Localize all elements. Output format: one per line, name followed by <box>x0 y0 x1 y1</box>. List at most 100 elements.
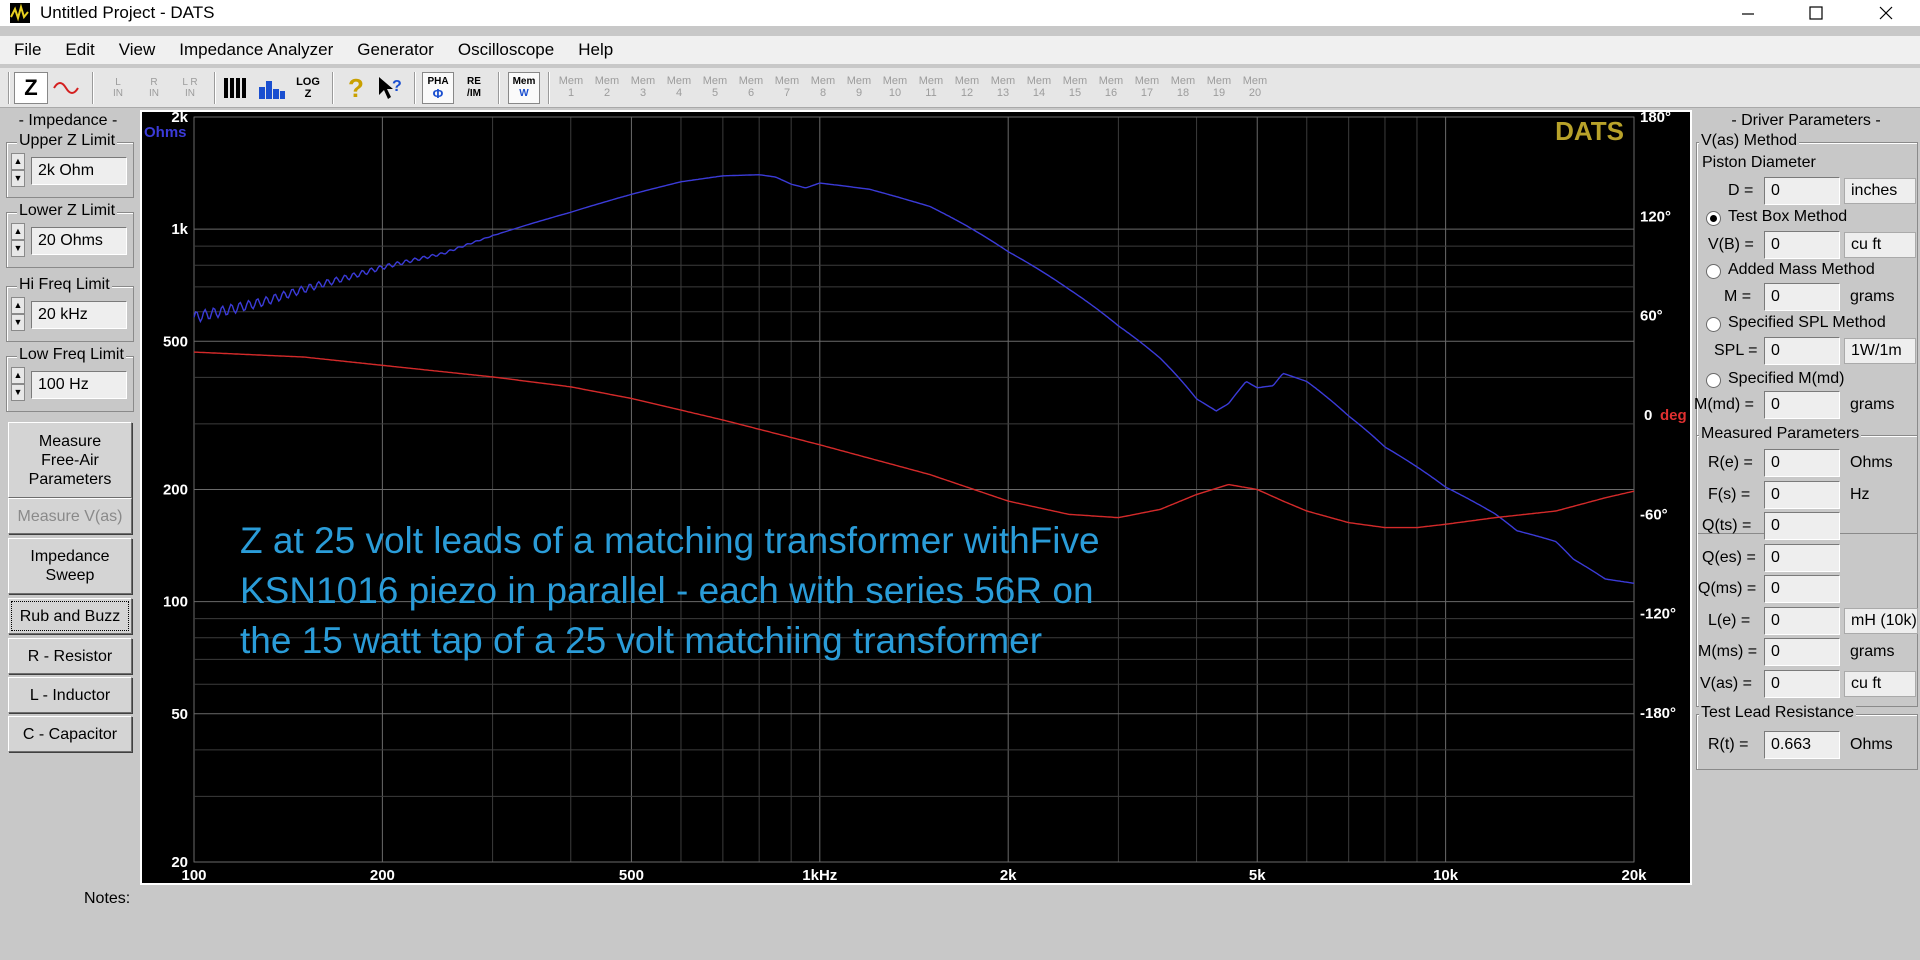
spin-up-icon[interactable]: ▲ <box>11 153 25 170</box>
hi-freq-input[interactable]: 20 kHz <box>31 301 127 329</box>
menu-help[interactable]: Help <box>578 40 613 60</box>
close-button[interactable] <box>1858 0 1914 26</box>
spl-method-label[interactable]: Specified SPL Method <box>1728 314 1886 332</box>
piston-diameter-input[interactable]: 0 <box>1764 177 1840 205</box>
memory-slot-4[interactable]: Mem 4 <box>664 72 694 102</box>
spl-input[interactable]: 0 <box>1764 337 1840 365</box>
impedance-mode-button[interactable]: Z <box>14 72 48 104</box>
memory-slot-number: 1 <box>567 87 575 99</box>
spin-down-icon[interactable]: ▼ <box>11 314 25 331</box>
low-freq-input[interactable]: 100 Hz <box>31 371 127 399</box>
impedance-panel-title: - Impedance - <box>18 112 118 129</box>
memory-slot-3[interactable]: Mem 3 <box>628 72 658 102</box>
gridlines-button[interactable] <box>220 72 252 104</box>
memory-slot-8[interactable]: Mem 8 <box>808 72 838 102</box>
memory-slot-15[interactable]: Mem 15 <box>1060 72 1090 102</box>
memory-slot-2[interactable]: Mem 2 <box>592 72 622 102</box>
memory-slot-9[interactable]: Mem 9 <box>844 72 874 102</box>
stereo-input-button[interactable]: L R IN <box>174 72 206 104</box>
generator-mode-button[interactable] <box>50 72 84 104</box>
impedance-chart[interactable]: 100 200 500 1kHz 2k 5k 10k 20k 2k 1k 500 200 100 50 20… <box>140 110 1692 885</box>
memory-slot-number: 14 <box>1032 87 1046 99</box>
specified-mmd-label[interactable]: Specified M(md) <box>1728 370 1844 388</box>
low-freq-spinner[interactable]: ▲ ▼ <box>11 367 25 403</box>
upper-z-input[interactable]: 2k Ohm <box>31 157 127 185</box>
memory-slot-12[interactable]: Mem 12 <box>952 72 982 102</box>
menu-impedance-analyzer[interactable]: Impedance Analyzer <box>179 40 333 60</box>
specified-mmd-radio[interactable] <box>1706 373 1721 388</box>
qms-input[interactable]: 0 <box>1764 575 1840 603</box>
context-help-button[interactable]: ? <box>374 72 406 104</box>
memory-slot-5[interactable]: Mem 5 <box>700 72 730 102</box>
measure-vas-button[interactable]: Measure V(as) <box>8 498 132 534</box>
m-input[interactable]: 0 <box>1764 283 1840 311</box>
rub-and-buzz-button[interactable]: Rub and Buzz <box>8 598 132 634</box>
maximize-button[interactable] <box>1788 0 1844 26</box>
spin-up-icon[interactable]: ▲ <box>11 223 25 240</box>
measure-free-air-button[interactable]: Measure Free-Air Parameters <box>8 422 132 498</box>
rt-input[interactable]: 0.663 <box>1764 731 1840 759</box>
test-box-method-label[interactable]: Test Box Method <box>1728 208 1847 226</box>
memory-slot-7[interactable]: Mem 7 <box>772 72 802 102</box>
spin-down-icon[interactable]: ▼ <box>11 384 25 401</box>
memory-slot-16[interactable]: Mem 16 <box>1096 72 1126 102</box>
y-left-tick-label: 1k <box>171 221 188 238</box>
memory-slot-17[interactable]: Mem 17 <box>1132 72 1162 102</box>
left-input-button[interactable]: L IN <box>104 72 132 104</box>
qes-input[interactable]: 0 <box>1764 544 1840 572</box>
vb-input[interactable]: 0 <box>1764 231 1840 259</box>
menu-edit[interactable]: Edit <box>65 40 94 60</box>
fs-input[interactable]: 0 <box>1764 481 1840 509</box>
memory-slot-20[interactable]: Mem 20 <box>1240 72 1270 102</box>
re-input[interactable]: 0 <box>1764 449 1840 477</box>
vas-input[interactable]: 0 <box>1764 670 1840 698</box>
help-icon: ? <box>348 72 364 103</box>
mmd-input[interactable]: 0 <box>1764 391 1840 419</box>
menu-file[interactable]: File <box>14 40 41 60</box>
qts-input[interactable]: 0 <box>1764 512 1840 540</box>
test-box-method-radio[interactable] <box>1706 211 1721 226</box>
le-input[interactable]: 0 <box>1764 607 1840 635</box>
added-mass-method-label[interactable]: Added Mass Method <box>1728 261 1875 279</box>
spin-down-icon[interactable]: ▼ <box>11 170 25 187</box>
memory-slot-14[interactable]: Mem 14 <box>1024 72 1054 102</box>
memory-slot-11[interactable]: Mem 11 <box>916 72 946 102</box>
qes-label: Q(es) = <box>1702 549 1756 566</box>
mms-input[interactable]: 0 <box>1764 638 1840 666</box>
memory-slot-6[interactable]: Mem 6 <box>736 72 766 102</box>
memory-slot-label: Mem <box>810 75 836 87</box>
minimize-button[interactable] <box>1720 0 1776 26</box>
upper-z-spinner[interactable]: ▲ ▼ <box>11 153 25 189</box>
memory-write-button[interactable]: Mem W <box>508 72 540 104</box>
spin-up-icon[interactable]: ▲ <box>11 297 25 314</box>
memory-slot-number: 2 <box>603 87 611 99</box>
spl-method-radio[interactable] <box>1706 317 1721 332</box>
memory-slot-10[interactable]: Mem 10 <box>880 72 910 102</box>
menu-oscilloscope[interactable]: Oscilloscope <box>458 40 554 60</box>
lower-z-spinner[interactable]: ▲ ▼ <box>11 223 25 259</box>
menu-generator[interactable]: Generator <box>357 40 434 60</box>
right-input-button[interactable]: R IN <box>140 72 168 104</box>
log-z-button[interactable]: LOG Z <box>292 72 324 104</box>
added-mass-method-radio[interactable] <box>1706 264 1721 279</box>
memory-slot-19[interactable]: Mem 19 <box>1204 72 1234 102</box>
resistor-button[interactable]: R - Resistor <box>8 638 132 674</box>
memory-slot-number: 20 <box>1248 87 1262 99</box>
spin-down-icon[interactable]: ▼ <box>11 240 25 257</box>
memory-slot-18[interactable]: Mem 18 <box>1168 72 1198 102</box>
memory-slot-label: Mem <box>702 75 728 87</box>
menu-view[interactable]: View <box>119 40 156 60</box>
help-button[interactable]: ? <box>342 72 370 104</box>
phase-button[interactable]: PHA Φ <box>422 72 454 104</box>
memory-slot-1[interactable]: Mem 1 <box>556 72 586 102</box>
real-imaginary-button[interactable]: RE /IM <box>458 72 490 104</box>
impedance-sweep-button[interactable]: Impedance Sweep <box>8 538 132 594</box>
memory-slot-13[interactable]: Mem 13 <box>988 72 1018 102</box>
spin-up-icon[interactable]: ▲ <box>11 367 25 384</box>
bar-view-button[interactable] <box>256 72 288 104</box>
capacitor-button[interactable]: C - Capacitor <box>8 716 132 752</box>
lower-z-input[interactable]: 20 Ohms <box>31 227 127 255</box>
inductor-button[interactable]: L - Inductor <box>8 677 132 713</box>
hi-freq-spinner[interactable]: ▲ ▼ <box>11 297 25 333</box>
memory-slot-number: 8 <box>819 87 827 99</box>
